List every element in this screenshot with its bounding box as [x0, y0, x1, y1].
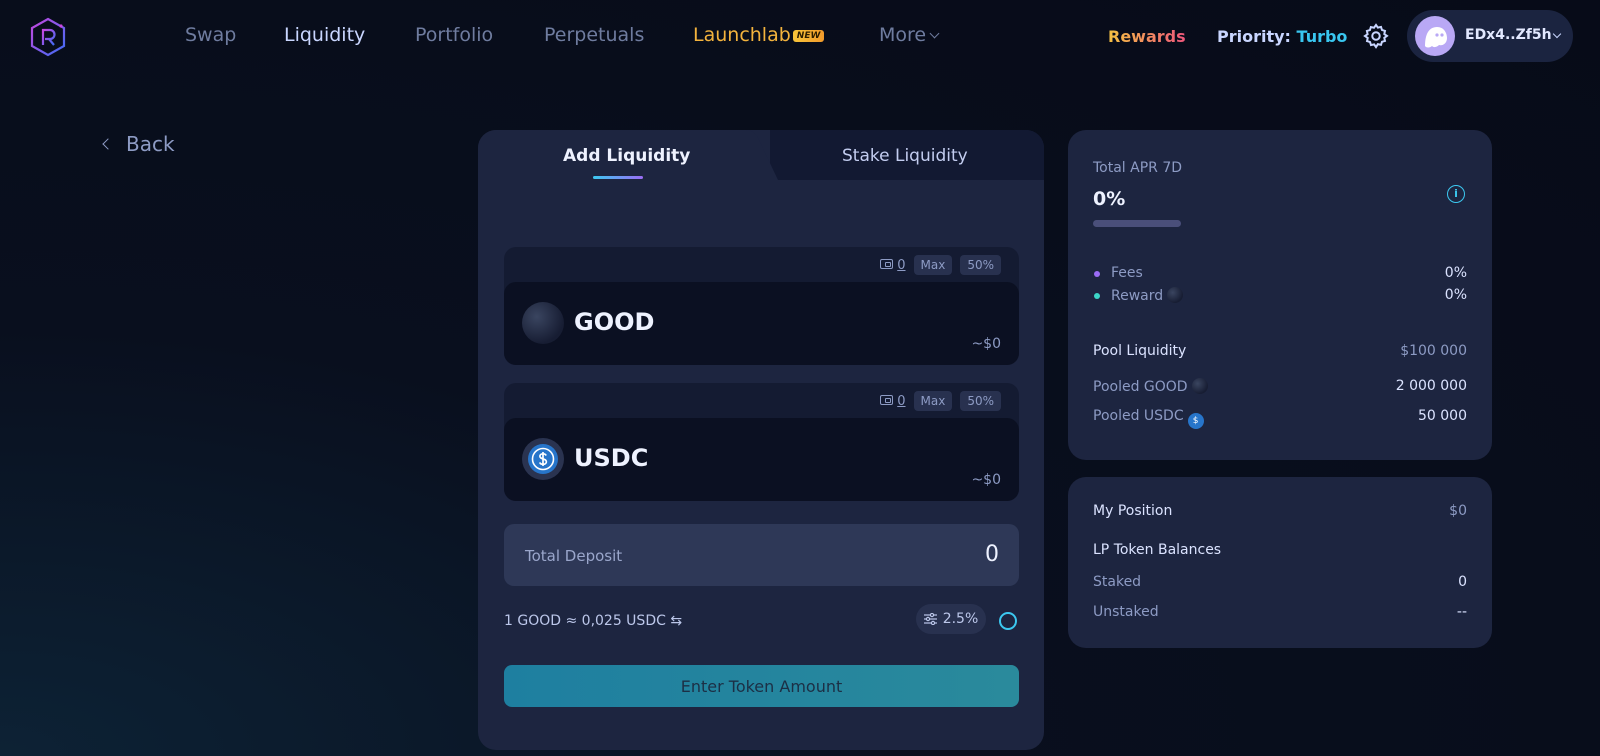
balance-value[interactable]: 0	[897, 258, 905, 273]
token-select-good[interactable]: GOOD	[574, 308, 654, 336]
total-deposit-value: 0	[985, 542, 999, 567]
token-amount-field[interactable]: GOOD ~$0	[504, 282, 1019, 365]
nav-portfolio[interactable]: Portfolio	[415, 24, 493, 46]
total-deposit-label: Total Deposit	[525, 547, 623, 565]
priority-fee-button[interactable]: Priority: Turbo	[1217, 27, 1347, 46]
usdc-token-icon	[522, 438, 564, 480]
sliders-icon	[923, 613, 937, 625]
balance-display: 0	[880, 258, 906, 273]
reward-label-group: Reward	[1111, 287, 1184, 304]
usd-value: ~$0	[971, 336, 1001, 352]
unstaked-value: --	[1456, 604, 1467, 620]
lp-balances-label: LP Token Balances	[1093, 542, 1222, 558]
chevron-down-icon	[1552, 29, 1562, 39]
pool-liquidity-label: Pool Liquidity	[1093, 343, 1187, 359]
new-badge: NEW	[792, 30, 825, 42]
wallet-icon	[880, 258, 894, 269]
raydium-logo-icon[interactable]	[30, 17, 66, 57]
nav-more-label: More	[879, 24, 927, 46]
usd-value: ~$0	[971, 472, 1001, 488]
apr-value: 0%	[1093, 188, 1126, 210]
avatar	[1415, 16, 1455, 56]
pooled-usdc-label-group: Pooled USDC $	[1093, 408, 1204, 429]
fees-dot	[1094, 271, 1100, 277]
token-balance-row: 0 Max 50%	[880, 391, 1001, 411]
staked-label: Staked	[1093, 574, 1142, 590]
nav-more[interactable]: More	[879, 24, 940, 46]
max-button[interactable]: Max	[913, 391, 953, 411]
gear-icon[interactable]	[1362, 22, 1390, 50]
wallet-button[interactable]: EDx4..Zf5h	[1407, 10, 1573, 62]
pooled-good-value: 2 000 000	[1395, 378, 1467, 394]
my-position-title: My Position	[1093, 503, 1173, 519]
good-token-icon	[1191, 378, 1208, 394]
priority-label: Priority:	[1217, 27, 1291, 46]
tab-stake-liquidity[interactable]: Stake Liquidity	[842, 146, 968, 166]
pooled-usdc-label: Pooled USDC	[1093, 408, 1184, 424]
top-header: Swap Liquidity Portfolio Perpetuals Laun…	[0, 0, 1600, 72]
back-label: Back	[126, 132, 175, 156]
tab-active-indicator	[593, 176, 643, 179]
reward-label: Reward	[1111, 288, 1164, 304]
nav-launchlab[interactable]: Launchlab NEW	[693, 24, 825, 46]
pooled-usdc-value: 50 000	[1418, 408, 1467, 424]
token-input-good: 0 Max 50% GOOD ~$0	[504, 247, 1019, 365]
my-position-card: My Position $0 LP Token Balances Staked …	[1068, 477, 1492, 648]
reward-dot	[1094, 293, 1100, 299]
half-button[interactable]: 50%	[960, 255, 1001, 275]
fees-value: 0%	[1444, 265, 1467, 281]
exchange-rate[interactable]: 1 GOOD ≈ 0,025 USDC ⇆	[504, 613, 682, 629]
priority-value: Turbo	[1296, 27, 1348, 46]
wallet-icon	[880, 394, 894, 405]
slippage-value: 2.5%	[942, 611, 979, 627]
token-amount-field[interactable]: USDC ~$0	[504, 418, 1019, 501]
nav-perpetuals[interactable]: Perpetuals	[544, 24, 644, 46]
staked-value: 0	[1458, 574, 1467, 590]
back-button[interactable]: Back	[102, 132, 175, 156]
usdc-token-icon: $	[1187, 413, 1204, 429]
balance-display: 0	[880, 394, 906, 409]
reward-value: 0%	[1444, 287, 1467, 303]
pooled-good-label-group: Pooled GOOD	[1093, 378, 1208, 395]
apr-label: Total APR 7D	[1093, 160, 1183, 176]
my-position-value: $0	[1449, 503, 1467, 519]
slippage-button[interactable]: 2.5%	[916, 604, 986, 634]
fees-label: Fees	[1111, 265, 1143, 281]
tab-add-liquidity[interactable]: Add Liquidity	[563, 146, 690, 166]
ghost-icon	[1425, 27, 1447, 48]
token-select-usdc[interactable]: USDC	[574, 444, 648, 472]
chevron-left-icon	[102, 138, 114, 150]
nav-launchlab-label: Launchlab	[693, 24, 791, 46]
pool-liquidity-value: $100 000	[1400, 343, 1467, 359]
good-token-icon	[1167, 287, 1184, 303]
info-icon[interactable]: i	[1447, 185, 1465, 203]
refresh-icon[interactable]	[999, 612, 1017, 630]
token-balance-row: 0 Max 50%	[880, 255, 1001, 275]
token-input-usdc: 0 Max 50% USDC ~$0	[504, 383, 1019, 501]
nav-liquidity[interactable]: Liquidity	[284, 24, 365, 46]
nav-swap[interactable]: Swap	[185, 24, 236, 46]
pool-info-card: Total APR 7D 0% i Fees 0% Reward 0% Pool…	[1068, 130, 1492, 460]
chevron-down-icon	[929, 28, 940, 39]
enter-amount-button[interactable]: Enter Token Amount	[504, 665, 1019, 707]
wallet-address: EDx4..Zf5h	[1465, 27, 1552, 43]
balance-value[interactable]: 0	[897, 394, 905, 409]
pooled-good-label: Pooled GOOD	[1093, 379, 1188, 395]
total-deposit: Total Deposit 0	[504, 524, 1019, 586]
tab-bar: Add Liquidity Stake Liquidity	[478, 130, 1044, 180]
max-button[interactable]: Max	[913, 255, 953, 275]
good-token-icon	[522, 302, 564, 344]
apr-bar	[1093, 220, 1181, 227]
unstaked-label: Unstaked	[1093, 604, 1159, 620]
liquidity-card: Add Liquidity Stake Liquidity 0 Max 50% …	[478, 130, 1044, 750]
rewards-link[interactable]: Rewards	[1108, 27, 1186, 46]
half-button[interactable]: 50%	[960, 391, 1001, 411]
